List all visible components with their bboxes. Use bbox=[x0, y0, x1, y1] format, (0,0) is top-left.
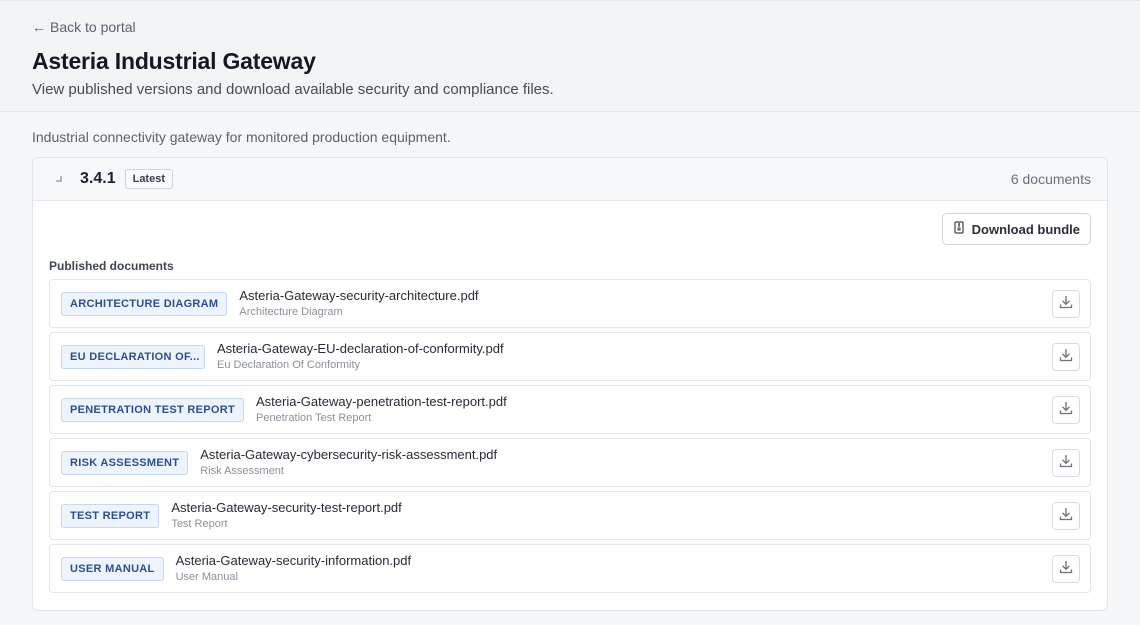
download-button[interactable] bbox=[1052, 448, 1080, 477]
list-item: RISK ASSESSMENT Asteria-Gateway-cybersec… bbox=[49, 438, 1091, 487]
page-header: ← Back to portal Asteria Industrial Gate… bbox=[0, 0, 1140, 112]
list-item: ARCHITECTURE DIAGRAM Asteria-Gateway-sec… bbox=[49, 279, 1091, 328]
document-list: ARCHITECTURE DIAGRAM Asteria-Gateway-sec… bbox=[49, 279, 1091, 593]
document-count: 6 documents bbox=[1010, 171, 1091, 187]
back-link-label: Back to portal bbox=[50, 19, 136, 35]
document-filename: Asteria-Gateway-security-architecture.pd… bbox=[239, 288, 479, 303]
document-tag: RISK ASSESSMENT bbox=[61, 450, 189, 475]
download-button[interactable] bbox=[1052, 501, 1080, 530]
version-body: Download bundle Published documents ARCH… bbox=[33, 201, 1107, 593]
document-tag: TEST REPORT bbox=[61, 503, 160, 528]
list-item: USER MANUAL Asteria-Gateway-security-inf… bbox=[49, 544, 1091, 593]
page-title: Asteria Industrial Gateway bbox=[32, 48, 316, 74]
document-tag: ARCHITECTURE DIAGRAM bbox=[61, 291, 228, 316]
page-subtitle: View published versions and download ava… bbox=[32, 81, 554, 98]
list-item: PENETRATION TEST REPORT Asteria-Gateway-… bbox=[49, 385, 1091, 434]
document-type: Risk Assessment bbox=[200, 465, 284, 477]
download-button[interactable] bbox=[1052, 554, 1080, 583]
version-card: 3.4.1 Latest 6 documents Download bundle… bbox=[32, 157, 1108, 611]
document-type: Architecture Diagram bbox=[239, 306, 343, 318]
version-number: 3.4.1 bbox=[80, 170, 116, 187]
download-icon bbox=[1058, 559, 1074, 578]
chevron-icon[interactable] bbox=[53, 173, 65, 185]
document-filename: Asteria-Gateway-EU-declaration-of-confor… bbox=[217, 341, 504, 356]
version-header[interactable]: 3.4.1 Latest 6 documents bbox=[33, 158, 1107, 201]
download-icon bbox=[1058, 400, 1074, 419]
document-type: User Manual bbox=[175, 571, 238, 583]
download-icon bbox=[1058, 347, 1074, 366]
download-icon bbox=[1058, 294, 1074, 313]
document-filename: Asteria-Gateway-security-test-report.pdf bbox=[171, 500, 402, 515]
latest-badge: Latest bbox=[124, 169, 173, 189]
download-icon bbox=[1058, 506, 1074, 525]
document-filename: Asteria-Gateway-penetration-test-report.… bbox=[255, 394, 507, 409]
document-tag: USER MANUAL bbox=[61, 556, 164, 581]
document-type: Penetration Test Report bbox=[255, 412, 372, 424]
download-icon bbox=[1058, 453, 1074, 472]
back-to-portal-link[interactable]: ← Back to portal bbox=[32, 19, 136, 35]
download-bundle-label: Download bundle bbox=[971, 221, 1080, 237]
main-content: Industrial connectivity gateway for moni… bbox=[0, 129, 1140, 611]
document-type: Test Report bbox=[171, 518, 228, 530]
download-button[interactable] bbox=[1052, 342, 1080, 371]
download-button[interactable] bbox=[1052, 289, 1080, 318]
list-item: TEST REPORT Asteria-Gateway-security-tes… bbox=[49, 491, 1091, 540]
document-filename: Asteria-Gateway-security-information.pdf bbox=[175, 553, 412, 568]
document-tag: EU DECLARATION OF... bbox=[61, 344, 205, 369]
section-label: Published documents bbox=[49, 259, 174, 273]
document-filename: Asteria-Gateway-cybersecurity-risk-asses… bbox=[200, 447, 498, 462]
archive-icon bbox=[953, 221, 965, 237]
document-tag: PENETRATION TEST REPORT bbox=[61, 397, 244, 422]
document-type: Eu Declaration Of Conformity bbox=[217, 359, 361, 371]
product-description: Industrial connectivity gateway for moni… bbox=[32, 129, 451, 145]
arrow-left-icon: ← bbox=[32, 19, 46, 35]
list-item: EU DECLARATION OF... Asteria-Gateway-EU-… bbox=[49, 332, 1091, 381]
download-button[interactable] bbox=[1052, 395, 1080, 424]
download-bundle-button[interactable]: Download bundle bbox=[941, 213, 1091, 245]
